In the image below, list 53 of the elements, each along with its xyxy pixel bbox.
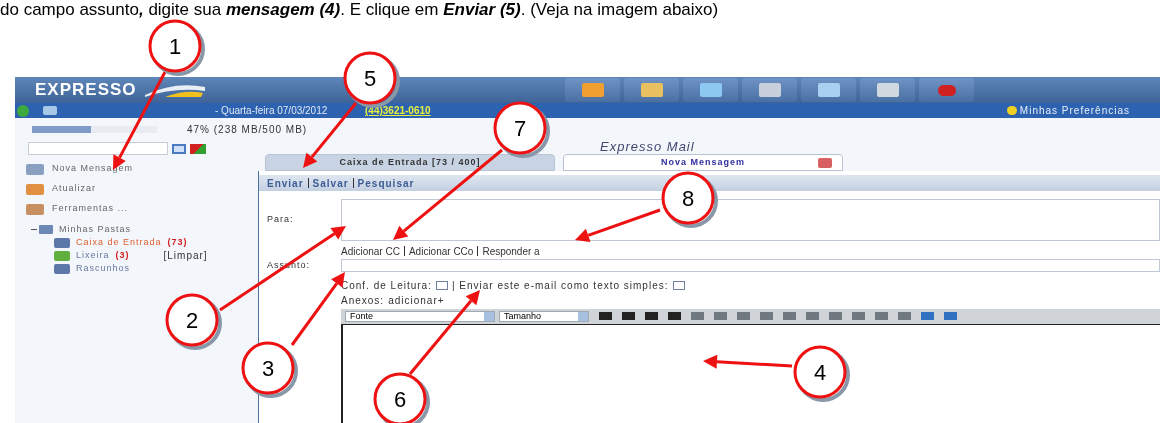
unread-count: (3): [115, 248, 130, 262]
caption-text: do campo assunto, digite sua mensagem (4). E clique em Enviar (5). (Veja na imagem abaixo): [0, 0, 719, 19]
folder-item[interactable]: Caixa de Entrada: [76, 235, 162, 250]
folder-item[interactable]: Minhas Pastas: [59, 222, 132, 237]
toolbar-button[interactable]: [742, 78, 797, 102]
checkbox[interactable]: [672, 281, 685, 290]
checkbox[interactable]: [435, 281, 448, 290]
quota-text: 47% (238 MB/500 MB): [187, 122, 308, 137]
attach-link[interactable]: adicionar+: [388, 292, 445, 307]
empty-trash-link[interactable]: [Limpar]: [163, 248, 208, 263]
callout-marker: 2: [165, 293, 222, 350]
tab[interactable]: Nova Mensagem: [563, 154, 843, 171]
caret-icon: [578, 311, 588, 321]
subject-field[interactable]: [341, 259, 1160, 273]
tab[interactable]: Caixa de Entrada [73 / 400]: [265, 154, 555, 171]
menu-item[interactable]: Nova Mensagem: [52, 162, 134, 176]
callout-marker: 6: [373, 372, 430, 423]
callout-marker: 1: [148, 19, 205, 76]
menu-item[interactable]: Ferramentas ...: [52, 202, 129, 216]
app-title: Expresso Mail: [600, 139, 695, 154]
size-select[interactable]: Tamanho: [499, 310, 589, 322]
toolbar-button[interactable]: [565, 78, 620, 102]
field-label: Para:: [266, 213, 295, 226]
collapse-icon[interactable]: [30, 226, 37, 233]
date-text: - Quarta-feira 07/03/2012: [215, 104, 329, 118]
callout-marker: 3: [241, 341, 298, 398]
folder-item[interactable]: Lixeira: [76, 248, 110, 263]
font-select[interactable]: Fonte: [345, 310, 495, 322]
toolbar-button[interactable]: [860, 78, 915, 102]
toolbar-link[interactable]: Enviar: [267, 175, 304, 191]
link[interactable]: Responder a: [482, 243, 540, 259]
callout-marker: 7: [493, 101, 550, 158]
link[interactable]: Adicionar CCo: [408, 243, 474, 259]
toolbar-link[interactable]: Pesquisar: [357, 175, 415, 191]
message-editor[interactable]: [341, 323, 1160, 423]
caret-icon: [484, 311, 494, 321]
toolbar-button[interactable]: [801, 78, 856, 102]
toolbar-button[interactable]: [624, 78, 679, 102]
unread-count: (73): [167, 235, 188, 249]
search-field[interactable]: [28, 142, 168, 155]
toolbar-button[interactable]: [919, 78, 974, 102]
link[interactable]: Adicionar CC: [341, 243, 400, 259]
logo-text: EXPRESSO: [35, 79, 137, 102]
menu-item[interactable]: Atualizar: [52, 182, 96, 196]
field-label: Anexos:: [341, 293, 385, 307]
preferences-link[interactable]: Minhas Preferências: [1019, 103, 1130, 118]
callout-marker: 4: [793, 345, 850, 402]
folder-item[interactable]: Rascunhos: [76, 261, 131, 276]
toolbar-button[interactable]: [683, 78, 738, 102]
option-label: | Enviar este e-mail como texto simples:: [451, 279, 669, 293]
callout-marker: 8: [661, 171, 718, 228]
toolbar-link[interactable]: Salvar: [312, 175, 349, 191]
option-label: Conf. de Leitura:: [341, 279, 432, 293]
